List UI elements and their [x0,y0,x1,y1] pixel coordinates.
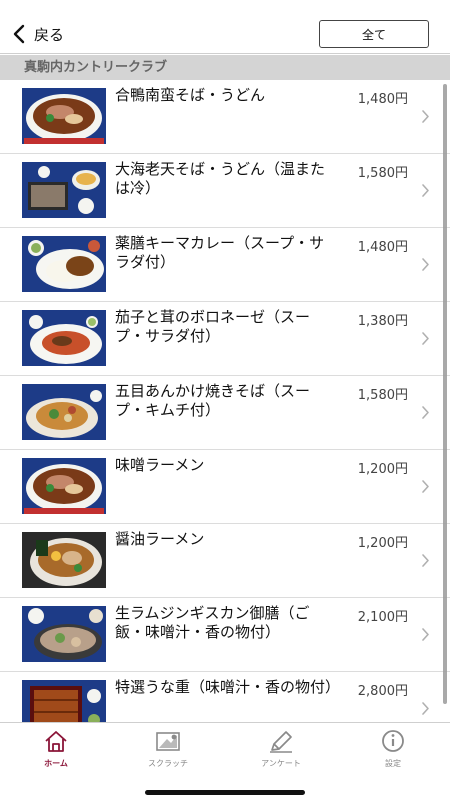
dish-photo [22,458,106,514]
dish-price: 1,380円 [357,314,408,329]
chevron-right-icon [422,406,429,419]
dish-photo [22,532,106,588]
tab-pencil[interactable]: アンケート [225,729,337,773]
tab-home[interactable]: ホーム [0,729,112,773]
dish-name: 薬膳キーマカレー（スープ・サラダ付） [115,234,325,271]
menu-item[interactable]: 特選うな重（味噌汁・香の物付） 2,800円 [0,672,450,722]
dish-price: 2,100円 [357,610,408,625]
tab-bar: ホーム スクラッチ アンケート 設定 [0,722,450,800]
tab-label: アンケート [261,759,301,768]
dish-photo [22,162,106,218]
dish-photo [22,606,106,662]
chevron-right-icon [422,702,429,715]
dish-photo [22,384,106,440]
chevron-right-icon [422,480,429,493]
dish-name: 醤油ラーメン [115,530,205,548]
menu-item[interactable]: 味噌ラーメン 1,200円 [0,450,450,524]
tab-label: ホーム [44,759,68,768]
info-icon [382,730,404,752]
dish-price: 1,580円 [357,166,408,181]
tab-scratch-card[interactable]: スクラッチ [112,729,224,773]
dish-price: 1,200円 [357,462,408,477]
chevron-right-icon [422,110,429,123]
top-bar: 戻る 全て [0,0,450,54]
chevron-right-icon [422,332,429,345]
dish-price: 1,480円 [357,92,408,107]
dish-price: 2,800円 [357,684,408,699]
tab-label: スクラッチ [148,759,188,768]
menu-item[interactable]: 醤油ラーメン 1,200円 [0,524,450,598]
menu-item[interactable]: 五目あんかけ焼きそば（スープ・キムチ付） 1,580円 [0,376,450,450]
menu-list[interactable]: 合鴨南蛮そば・うどん 1,480円 大海老天そば・うどん（温または冷） 1,580円薬… [0,80,450,722]
show-all-button[interactable]: 全て [319,20,429,48]
dish-name: 特選うな重（味噌汁・香の物付） [115,678,341,696]
back-label: 戻る [34,25,65,44]
dish-name: 五目あんかけ焼きそば（スープ・キムチ付） [115,382,311,419]
menu-item[interactable]: 大海老天そば・うどん（温または冷） 1,580円 [0,154,450,228]
menu-item[interactable]: 合鴨南蛮そば・うどん 1,480円 [0,80,450,154]
tab-label: 設定 [385,759,401,768]
dish-price: 1,480円 [357,240,408,255]
dish-name: 味噌ラーメン [115,456,205,474]
scrollbar[interactable] [443,84,447,704]
dish-photo [22,236,106,292]
menu-item[interactable]: 茄子と茸のボロネーゼ（スープ・サラダ付） 1,380円 [0,302,450,376]
dish-price: 1,200円 [357,536,408,551]
dish-name: 大海老天そば・うどん（温または冷） [115,160,326,197]
home-indicator [145,790,305,795]
menu-item[interactable]: 薬膳キーマカレー（スープ・サラダ付） 1,480円 [0,228,450,302]
chevron-right-icon [422,628,429,641]
dish-photo [22,88,106,144]
dish-name: 合鴨南蛮そば・うどん [115,86,266,104]
chevron-right-icon [422,184,429,197]
dish-name: 生ラムジンギスカン御膳（ご飯・味噌汁・香の物付） [115,604,310,641]
dish-photo [22,680,106,722]
dish-photo [22,310,106,366]
tab-info[interactable]: 設定 [337,729,449,773]
chevron-right-icon [422,554,429,567]
scratch-card-icon [156,732,180,751]
chevron-right-icon [422,258,429,271]
menu-item[interactable]: 生ラムジンギスカン御膳（ご飯・味噌汁・香の物付） 2,100円 [0,598,450,672]
back-button[interactable]: 戻る [12,20,64,48]
dish-name: 茄子と茸のボロネーゼ（スープ・サラダ付） [115,308,311,345]
chevron-left-icon [13,24,25,44]
pencil-icon [270,731,292,753]
section-header: 真駒内カントリークラブ [0,55,450,80]
home-icon [45,731,67,752]
dish-price: 1,580円 [357,388,408,403]
